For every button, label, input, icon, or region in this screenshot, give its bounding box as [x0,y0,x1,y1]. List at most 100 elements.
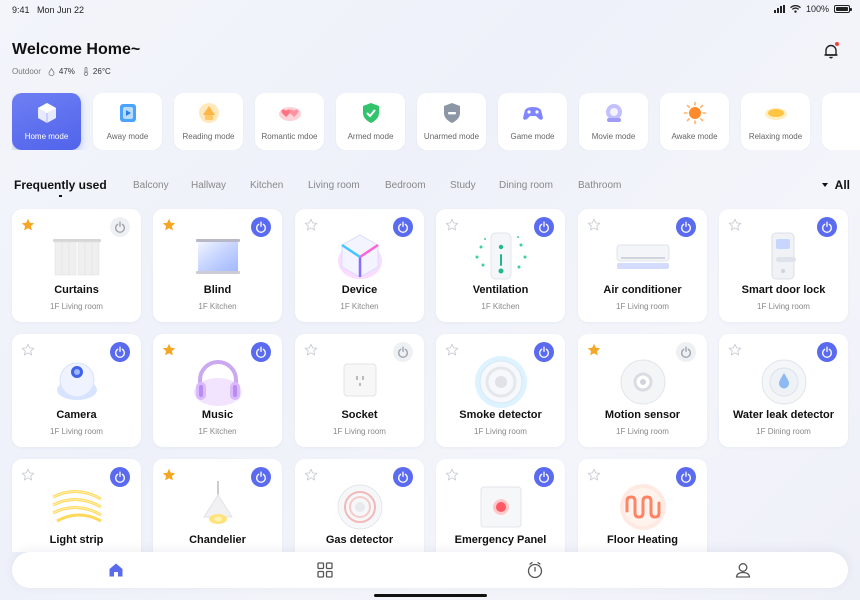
star-outline-icon[interactable] [445,468,459,482]
mode-card[interactable]: Movie mode [579,93,648,150]
room-tab[interactable]: Study [450,180,476,191]
camera-icon [47,352,107,412]
star-filled-icon[interactable] [21,218,35,232]
power-toggle-icon[interactable] [817,342,837,362]
humidity-value: 47% [58,67,75,76]
power-toggle-icon[interactable] [534,217,554,237]
mode-card[interactable]: Unarmed mode [417,93,486,150]
reading-lamp-icon [197,101,221,125]
device-card[interactable]: Gas detector [295,459,424,552]
gas-detector-icon [330,477,390,537]
mode-label: Movie mode [591,132,636,141]
star-outline-icon[interactable] [21,343,35,357]
socket-icon [330,352,390,412]
device-card[interactable]: Socket 1F Living room [295,334,424,447]
star-filled-icon[interactable] [587,343,601,357]
device-card[interactable]: Water leak detector 1F Dining room [719,334,848,447]
power-toggle-icon[interactable] [393,467,413,487]
device-card[interactable]: Air conditioner 1F Living room [578,209,707,322]
device-card[interactable]: Floor Heating [578,459,707,552]
room-tab[interactable]: Living room [308,180,360,191]
power-toggle-icon[interactable] [251,467,271,487]
room-tab[interactable]: Bedroom [385,180,426,191]
device-card[interactable]: Emergency Panel [436,459,565,552]
grid-tab[interactable] [316,561,334,579]
chandelier-icon [188,477,248,537]
star-outline-icon[interactable] [587,218,601,232]
device-name: Chandelier [189,534,246,546]
mode-card[interactable]: Romantic mdoe [255,93,324,150]
star-filled-icon[interactable] [162,468,176,482]
star-outline-icon[interactable] [445,218,459,232]
power-toggle-icon[interactable] [676,342,696,362]
room-tab[interactable]: Kitchen [250,180,283,191]
shield-check-icon [359,101,383,125]
status-date: Mon Jun 22 [37,5,85,15]
ventilation-icon [471,227,531,287]
star-outline-icon[interactable] [304,343,318,357]
device-name: Socket [341,409,378,421]
device-card[interactable]: Motion sensor 1F Living room [578,334,707,447]
device-card[interactable]: Ventilation 1F Kitchen [436,209,565,322]
power-toggle-icon[interactable] [676,217,696,237]
profile-tab[interactable] [734,561,752,579]
star-outline-icon[interactable] [587,468,601,482]
timer-tab[interactable] [526,561,544,579]
device-card[interactable]: Light strip [12,459,141,552]
gamepad-icon [521,101,545,125]
star-outline-icon[interactable] [445,343,459,357]
power-toggle-icon[interactable] [251,217,271,237]
mode-card[interactable]: Home mode [12,93,81,150]
power-toggle-icon[interactable] [676,467,696,487]
device-name: Air conditioner [603,284,682,296]
star-filled-icon[interactable] [162,343,176,357]
weather-info: Outdoor 47% 26°C [12,67,111,76]
device-card[interactable]: Device 1F Kitchen [295,209,424,322]
mode-card[interactable]: Awake mode [660,93,729,150]
device-cube-icon [330,227,390,287]
all-dropdown[interactable]: All [821,178,850,192]
sun-icon [683,101,707,125]
status-bar: 9:41 Mon Jun 22 100% [0,0,860,18]
room-tab[interactable]: Balcony [133,180,169,191]
power-toggle-icon[interactable] [110,342,130,362]
power-toggle-icon[interactable] [393,342,413,362]
power-toggle-icon[interactable] [251,342,271,362]
room-tab[interactable]: Hallway [191,180,226,191]
room-tab[interactable]: Bathroom [578,180,621,191]
mode-card[interactable]: Relaxing mode [741,93,810,150]
mode-card-overflow[interactable] [822,93,860,150]
room-tab[interactable]: Dining room [499,180,553,191]
device-name: Floor Heating [607,534,678,546]
power-toggle-icon[interactable] [110,467,130,487]
mode-card[interactable]: Reading mode [174,93,243,150]
star-outline-icon[interactable] [728,343,742,357]
device-card[interactable]: Camera 1F Living room [12,334,141,447]
power-toggle-icon[interactable] [110,217,130,237]
device-card[interactable]: Curtains 1F Living room [12,209,141,322]
emergency-panel-icon [471,477,531,537]
power-toggle-icon[interactable] [534,342,554,362]
mode-card[interactable]: Game mode [498,93,567,150]
temperature-value: 26°C [92,67,111,76]
star-outline-icon[interactable] [21,468,35,482]
notification-button[interactable] [823,42,839,59]
star-outline-icon[interactable] [728,218,742,232]
scene-modes: Home mode Away mode Reading mode Romantic m… [12,93,860,150]
star-outline-icon[interactable] [304,218,318,232]
device-card[interactable]: Chandelier [153,459,282,552]
power-toggle-icon[interactable] [817,217,837,237]
star-outline-icon[interactable] [304,468,318,482]
device-card[interactable]: Music 1F Kitchen [153,334,282,447]
device-card[interactable]: Blind 1F Kitchen [153,209,282,322]
star-filled-icon[interactable] [162,218,176,232]
power-toggle-icon[interactable] [393,217,413,237]
home-tab[interactable] [107,561,125,579]
mode-card[interactable]: Armed mode [336,93,405,150]
power-toggle-icon[interactable] [534,467,554,487]
mode-label: Unarmed mode [423,132,480,141]
device-card[interactable]: Smart door lock 1F Living room [719,209,848,322]
mode-card[interactable]: Away mode [93,93,162,150]
motion-sensor-icon [613,352,673,412]
device-card[interactable]: Smoke detector 1F Living room [436,334,565,447]
